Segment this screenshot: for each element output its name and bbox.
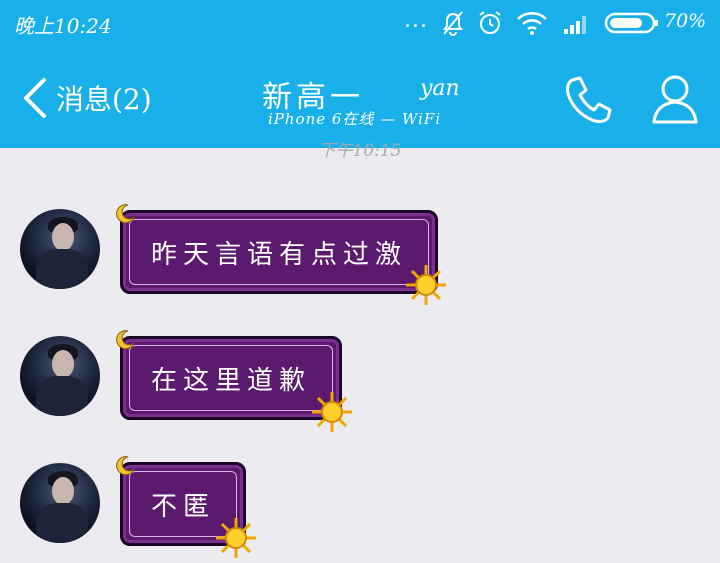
profile-icon[interactable] [650, 72, 700, 126]
online-status: iPhone 6在线 — WiFi [268, 110, 442, 128]
avatar[interactable] [20, 463, 100, 543]
sun-icon [312, 392, 352, 432]
moon-icon [116, 204, 135, 224]
moon-icon [116, 330, 135, 350]
more-notifications-icon: ... [404, 8, 428, 33]
signal-icon [564, 16, 586, 34]
status-time: 晚上10:24 [14, 14, 112, 38]
battery-icon [604, 12, 658, 34]
moon-icon [116, 456, 135, 476]
message-bubble[interactable]: 昨天言语有点过激 [120, 210, 438, 294]
back-chevron-icon[interactable] [18, 76, 52, 120]
status-bar: 晚上10:24 ... 70% [0, 0, 720, 48]
message-text: 在这里道歉 [150, 365, 311, 396]
avatar[interactable] [20, 336, 100, 416]
phone-call-icon[interactable] [562, 74, 614, 126]
sun-icon [406, 265, 446, 305]
chat-header: 消息(2) 新高一 yan iPhone 6在线 — WiFi [0, 48, 720, 148]
message-text: 昨天言语有点过激 [150, 239, 407, 270]
back-button-label[interactable]: 消息(2) [56, 78, 152, 118]
message-timestamp: 下午10:15 [318, 141, 402, 161]
battery-percent: 70% [664, 10, 707, 32]
mute-icon [443, 11, 463, 36]
message-bubble[interactable]: 在这里道歉 [120, 336, 342, 420]
wifi-icon [517, 12, 547, 35]
alarm-icon [479, 11, 501, 34]
avatar[interactable] [20, 209, 100, 289]
sun-icon [216, 518, 256, 558]
chat-title-suffix[interactable]: yan [420, 76, 460, 101]
